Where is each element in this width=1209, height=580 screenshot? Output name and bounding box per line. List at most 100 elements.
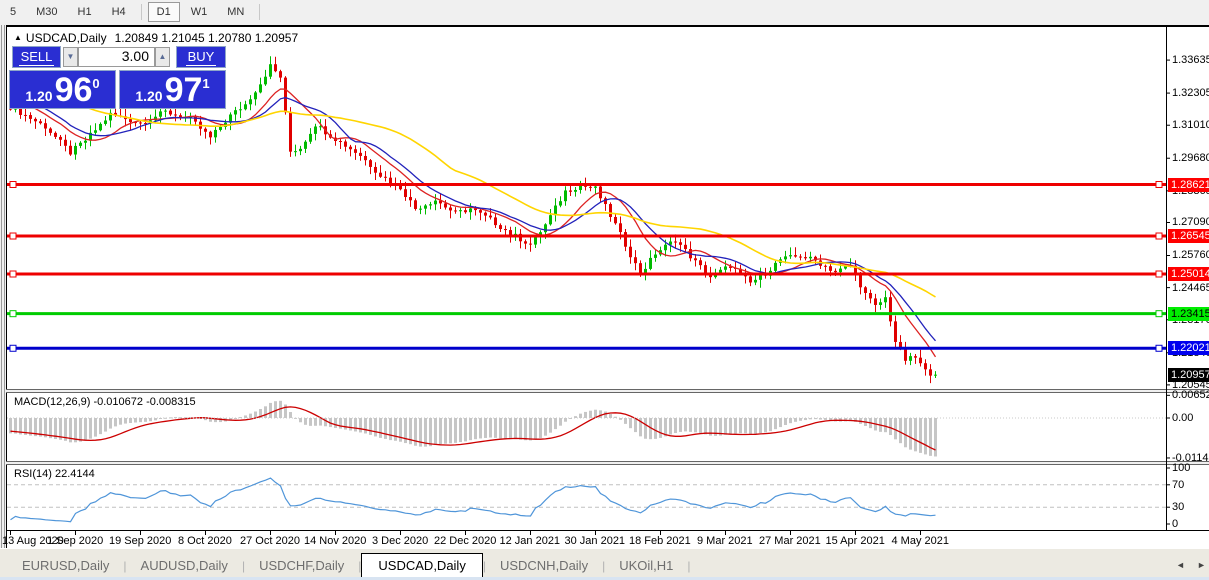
macd-histogram-bar [359,418,362,433]
candle-body [834,270,837,273]
candle-body [464,210,467,213]
macd-histogram-bar [479,418,482,439]
buy-price-sup: 1 [202,76,210,91]
tab-usdchf[interactable]: USDCHF,Daily [245,554,358,577]
date-axis-label: 18 Feb 2021 [629,535,691,547]
level-anchor[interactable] [1155,232,1163,240]
macd-histogram-bar [519,418,522,440]
macd-histogram-bar [524,418,527,441]
macd-histogram-bar [309,418,312,426]
level-anchor[interactable] [9,344,17,352]
macd-histogram-bar [669,418,672,435]
macd-histogram-bar [449,418,452,444]
candle-body [424,205,427,209]
pane-splitter[interactable] [6,464,1209,465]
candle-body [174,114,177,116]
macd-histogram-bar [734,418,737,434]
macd-histogram-bar [559,418,562,426]
candle-body [474,208,477,211]
candle-body [589,186,592,188]
level-anchor[interactable] [9,310,17,318]
collapse-triangle-icon[interactable]: ▲ [14,33,22,42]
candle-body [219,126,222,130]
date-axis-label: 15 Apr 2021 [825,535,885,547]
macd-histogram-bar [379,418,382,438]
candle-body [64,139,67,146]
pane-splitter[interactable] [6,389,1209,390]
macd-histogram-bar [659,418,662,438]
candle-body [704,265,707,274]
date-axis-line [6,530,1209,531]
sell-price-box[interactable]: 1.20 96 0 [9,70,116,109]
candle-body [59,136,62,140]
macd-histogram-bar [94,418,97,437]
macd-histogram-bar [654,418,657,439]
macd-histogram-bar [464,418,467,442]
volume-increase-button[interactable]: ▲ [155,47,170,67]
candle-body [884,297,887,303]
macd-histogram-bar [114,418,117,427]
tab-usdcad[interactable]: USDCAD,Daily [361,553,483,578]
level-anchor[interactable] [9,270,17,278]
candle-body [359,152,362,156]
price-axis-tick-label: 1.33635 [1172,54,1209,67]
pane-splitter[interactable] [6,461,1209,462]
level-anchor[interactable] [1155,270,1163,278]
tab-usdcnh[interactable]: USDCNH,Daily [486,554,602,577]
tab-scroll-left-icon[interactable]: ◄ [1176,560,1185,570]
candle-body [859,274,862,288]
price-axis-tick-label: 1.24465 [1172,281,1209,294]
candle-body [559,201,562,206]
level-anchor[interactable] [1155,310,1163,318]
volume-decrease-button[interactable]: ▼ [63,47,78,67]
candle-body [269,64,272,77]
candle-body [619,223,622,233]
macd-histogram-bar [759,418,762,434]
macd-histogram-bar [134,418,137,423]
pane-splitter[interactable] [6,392,1209,393]
candle-body [84,140,87,143]
candle-body [244,104,247,110]
candle-body [799,256,802,258]
volume-input[interactable]: 3.00 [78,47,155,67]
tab-audusd[interactable]: AUDUSD,Daily [127,554,242,577]
candle-body [874,298,877,305]
date-axis-label: 4 May 2021 [891,535,949,547]
macd-histogram-bar [554,418,557,430]
macd-axis-label: 0.006521 [1172,389,1209,402]
candle-body [909,356,912,361]
macd-histogram-bar [789,418,792,424]
candle-body [674,241,677,243]
candle-body [549,215,552,225]
macd-histogram-bar [289,412,292,418]
candle-body [24,114,27,116]
level-price-tag: 1.25014 [1168,267,1209,281]
candle-body [209,131,212,138]
candle-body [679,242,682,245]
pane-splitter[interactable] [6,462,1209,464]
tab-ukoil[interactable]: UKOil,H1 [605,554,687,577]
candle-body [99,123,102,131]
buy-price-box[interactable]: 1.20 97 1 [119,70,226,109]
tab-scroll-right-icon[interactable]: ► [1197,560,1206,570]
macd-histogram-bar [629,418,632,429]
macd-histogram-bar [769,418,772,432]
pane-splitter[interactable] [6,390,1209,392]
rsi-axis-label: 0 [1172,518,1179,530]
level-anchor[interactable] [1155,344,1163,352]
candle-body [934,374,937,376]
sell-button[interactable]: SELL [12,46,61,68]
level-anchor[interactable] [9,181,17,188]
chart-title: ▲ USDCAD,Daily 1.20849 1.21045 1.20780 1.2… [14,31,298,45]
date-axis-label: 14 Nov 2020 [304,535,367,547]
rsi-label: RSI(14) 22.4144 [14,468,95,480]
candle-body [694,258,697,261]
sell-price-sup: 0 [92,76,100,91]
tab-eurusd[interactable]: EURUSD,Daily [8,554,123,577]
candle-body [364,155,367,161]
level-anchor[interactable] [9,232,17,240]
level-anchor[interactable] [1155,181,1163,188]
candle-body [54,132,57,137]
buy-button[interactable]: BUY [176,46,226,68]
candle-body [784,256,787,260]
